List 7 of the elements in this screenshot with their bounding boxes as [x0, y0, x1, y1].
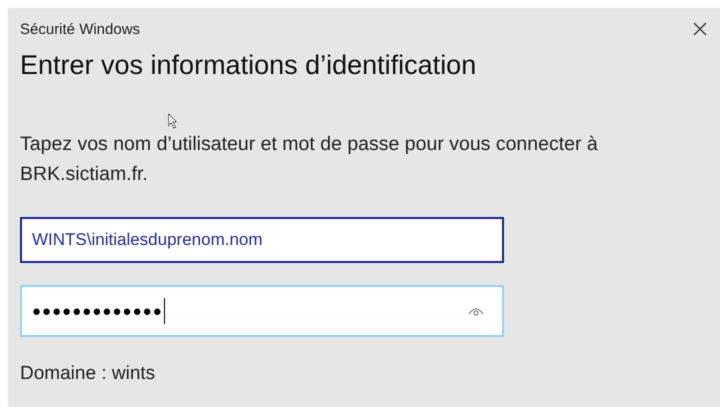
- domain-text: Domaine : wints: [20, 363, 156, 385]
- window-title: Sécurité Windows: [20, 20, 140, 38]
- close-icon[interactable]: [692, 21, 708, 37]
- password-field[interactable]: ●●●●●●●●●●●●●: [20, 285, 504, 337]
- username-field[interactable]: WINTS\initialesduprenom.nom: [20, 217, 504, 263]
- instruction-text: Tapez vos nom d’utilisateur et mot de passe pour vous connecter à BRK.sictiam.fr.: [20, 132, 599, 187]
- dialog-heading: Entrer vos informations d’identification: [20, 50, 478, 81]
